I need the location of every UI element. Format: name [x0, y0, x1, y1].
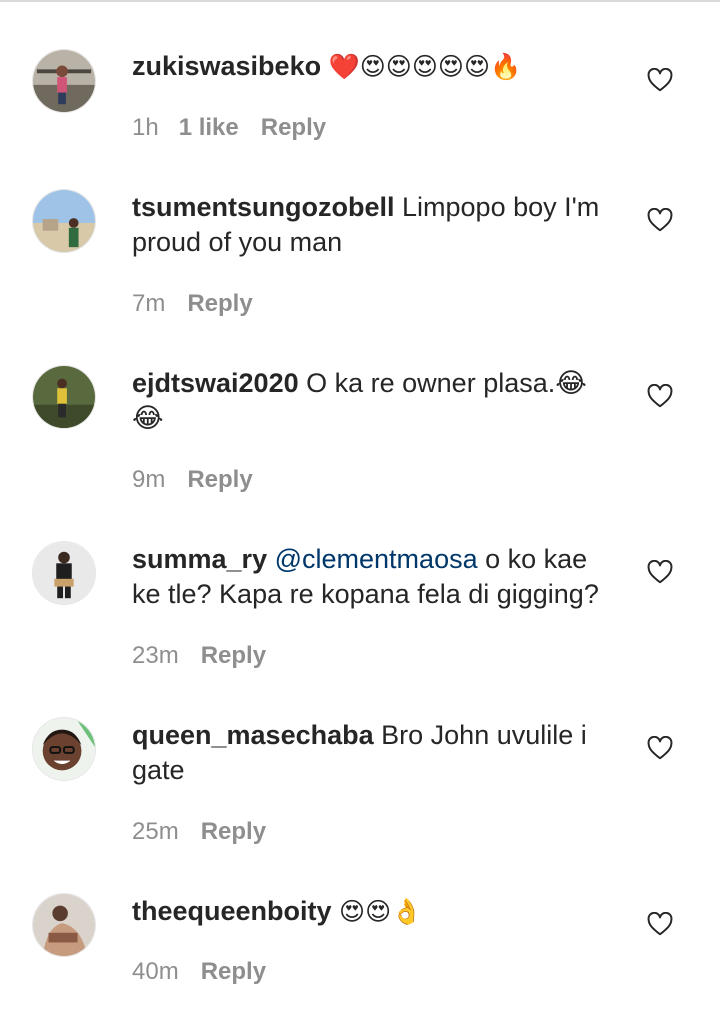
comment-time: 1h [132, 114, 159, 141]
comment-text: summa_ry @clementmaosa o ko kae ke tle? … [132, 542, 612, 612]
comment-username[interactable]: summa_ry [132, 544, 267, 574]
comment-text: ejdtswai2020 O ka re owner plasa.😂😂 [132, 366, 612, 436]
reply-button[interactable]: Reply [201, 958, 266, 985]
heart-outline-icon[interactable] [647, 560, 673, 584]
heart-outline-icon[interactable] [647, 384, 673, 408]
avatar[interactable] [32, 189, 96, 253]
comment-username[interactable]: ejdtswai2020 [132, 368, 299, 398]
comment-time: 9m [132, 466, 166, 493]
comment-username[interactable]: queen_masechaba [132, 720, 374, 750]
top-divider [0, 0, 720, 2]
comment-likes[interactable]: 1 like [179, 114, 239, 141]
heart-outline-icon[interactable] [647, 68, 673, 92]
reply-button[interactable]: Reply [187, 466, 252, 493]
avatar[interactable] [32, 893, 96, 957]
reply-button[interactable]: Reply [187, 290, 252, 317]
comment-meta: 23m Reply [132, 642, 266, 670]
comment-username[interactable]: theequeenboity [132, 896, 332, 926]
heart-outline-icon[interactable] [647, 736, 673, 760]
comment-meta: 1h 1 like Reply [132, 114, 326, 142]
comment-time: 23m [132, 642, 179, 669]
comment-meta: 9m Reply [132, 466, 253, 494]
comment-meta: 40m Reply [132, 958, 266, 986]
reply-button[interactable]: Reply [201, 818, 266, 845]
comment-text: zukiswasibeko ❤️😍😍😍😍😍🔥 [132, 49, 612, 85]
heart-outline-icon[interactable] [647, 912, 673, 936]
comment-text: theequeenboity 😍😍👌 [132, 894, 612, 930]
reply-button[interactable]: Reply [201, 642, 266, 669]
comment-meta: 25m Reply [132, 818, 266, 846]
comment-username[interactable]: zukiswasibeko [132, 51, 321, 81]
avatar[interactable] [32, 365, 96, 429]
heart-outline-icon[interactable] [647, 208, 673, 232]
comment-time: 40m [132, 958, 179, 985]
comment-text: tsumentsungozobell Limpopo boy I'm proud… [132, 190, 612, 260]
comment-body: 😍😍👌 [339, 898, 423, 926]
comment-body: ❤️😍😍😍😍😍🔥 [328, 53, 522, 81]
avatar[interactable] [32, 49, 96, 113]
comment-mention[interactable]: @clementmaosa [275, 544, 478, 574]
comment-time: 7m [132, 290, 166, 317]
comment-text: queen_masechaba Bro John uvulile i gate [132, 718, 612, 788]
comment-time: 25m [132, 818, 179, 845]
avatar[interactable] [32, 541, 96, 605]
reply-button[interactable]: Reply [261, 114, 326, 141]
avatar[interactable] [32, 717, 96, 781]
comment-meta: 7m Reply [132, 290, 253, 318]
comment-username[interactable]: tsumentsungozobell [132, 192, 395, 222]
